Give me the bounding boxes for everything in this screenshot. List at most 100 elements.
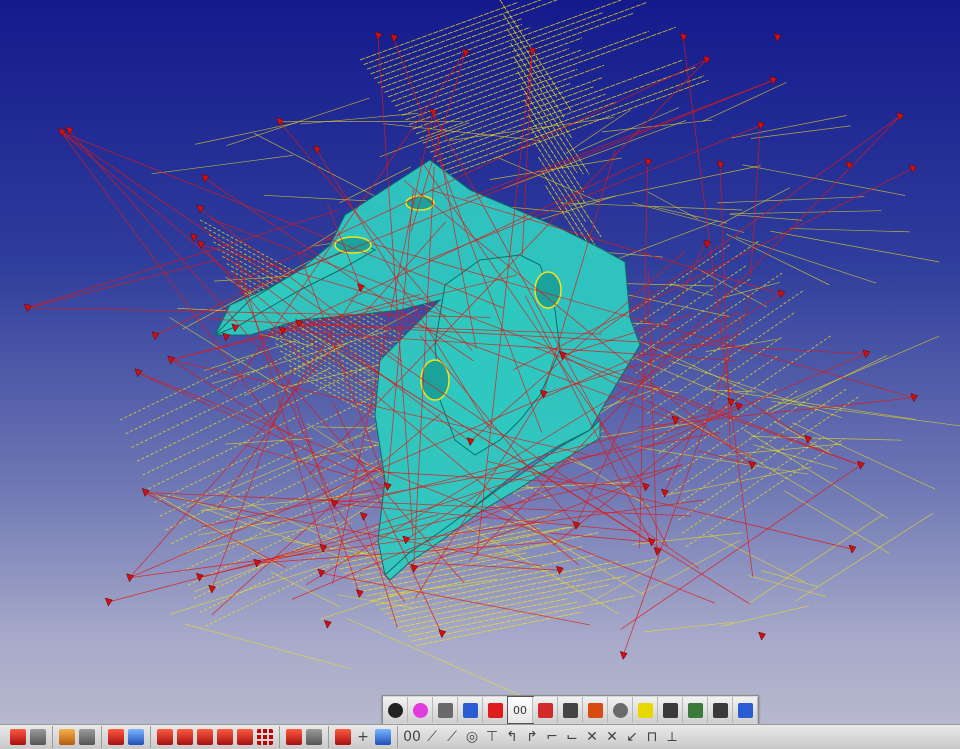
yellow-toolpath-segment — [681, 436, 824, 534]
tool-marker-icon — [848, 544, 857, 554]
tool-marker-icon — [756, 121, 765, 131]
wand-button[interactable] — [733, 697, 758, 723]
cross-tool-icon[interactable]: ✕ — [583, 726, 601, 748]
toolpath-small-icon[interactable]: 00 — [403, 726, 421, 748]
globe-small-icon[interactable] — [375, 729, 391, 745]
point-tool-icon — [537, 702, 553, 718]
yellow-toolpath-segment — [125, 340, 318, 435]
stock-icon[interactable] — [79, 729, 95, 745]
yellow-toolpath-segment — [721, 605, 810, 627]
yellow-toolpath-segment — [709, 533, 805, 583]
color-sphere-button[interactable] — [408, 697, 433, 723]
yellow-toolpath-segment — [602, 119, 713, 133]
sketch-pencil-button[interactable] — [433, 697, 458, 723]
yellow-toolpath-segment — [784, 490, 890, 554]
corner-tool-2-icon[interactable]: ⌙ — [563, 726, 581, 748]
yellow-toolpath-segment — [119, 350, 263, 421]
tool-marker-icon — [151, 331, 160, 341]
cube-red-2-icon[interactable] — [177, 729, 193, 745]
yellow-toolpath-segment — [729, 214, 803, 221]
tee-tool-icon[interactable]: ⊤ — [483, 726, 501, 748]
tool-marker-icon — [359, 511, 368, 521]
yellow-toolpath-segment — [791, 422, 936, 490]
tool-marker-icon — [196, 204, 205, 214]
line-tool-2-icon[interactable]: ⟋ — [443, 726, 461, 748]
tool-marker-icon — [644, 157, 653, 167]
star-pick-button[interactable] — [483, 697, 508, 723]
spike-tool-icon[interactable]: ⟂ — [663, 726, 681, 748]
block-icon[interactable] — [59, 729, 75, 745]
yellow-toolpath-segment — [560, 202, 743, 211]
point-tool-button[interactable] — [533, 697, 558, 723]
yellow-toolpath-segment — [411, 595, 636, 642]
pen-tool-button[interactable] — [583, 697, 608, 723]
ruler-button[interactable] — [708, 697, 733, 723]
yellow-toolpath-segment — [524, 99, 584, 193]
yellow-toolpath-segment — [398, 584, 611, 628]
tool-marker-icon — [410, 563, 419, 573]
toolpath-scene[interactable] — [0, 0, 960, 749]
magnify-button[interactable] — [658, 697, 683, 723]
holder-tool-icon — [562, 702, 578, 718]
tool-red-2-icon[interactable] — [237, 729, 253, 745]
yellow-toolpath-segment — [632, 446, 809, 475]
boundary-icon[interactable] — [108, 729, 124, 745]
tool-marker-icon — [679, 32, 688, 42]
red-link-move — [201, 486, 388, 528]
tool-marker-icon — [777, 289, 786, 299]
cross-tool-2-icon[interactable]: ✕ — [603, 726, 621, 748]
yellow-toolpath-segment — [717, 196, 865, 204]
toolpath-button[interactable]: 00 — [507, 696, 534, 724]
bottom-group-5 — [280, 726, 329, 748]
yellow-toolpath-segment — [725, 233, 830, 286]
circle-tool-icon[interactable]: ◎ — [463, 726, 481, 748]
yellow-toolpath-segment — [316, 426, 379, 429]
yellow-toolpath-segment — [632, 202, 745, 233]
yellow-toolpath-segment — [750, 125, 851, 139]
line-tool-icon[interactable]: ⟋ — [423, 726, 441, 748]
holder-tool-button[interactable] — [558, 697, 583, 723]
import-icon[interactable] — [30, 729, 46, 745]
bulb-button[interactable] — [633, 697, 658, 723]
model-icon[interactable] — [286, 729, 302, 745]
globe-button[interactable] — [608, 697, 633, 723]
tool-marker-icon — [896, 112, 905, 122]
3d-viewport[interactable] — [0, 0, 960, 749]
hook-tool-icon[interactable]: ↰ — [503, 726, 521, 748]
red-link-move — [682, 37, 754, 577]
yellow-toolpath-segment — [447, 79, 709, 176]
yellow-toolpath-segment — [761, 570, 818, 587]
yellow-toolpath-segment — [728, 391, 916, 420]
cube-red-3-icon[interactable] — [197, 729, 213, 745]
tool-marker-icon — [134, 368, 143, 378]
yellow-toolpath-segment — [433, 93, 606, 158]
yellow-toolpath-segment — [185, 623, 351, 669]
corner-tool-icon[interactable]: ⌐ — [543, 726, 561, 748]
tool-marker-icon — [141, 488, 150, 498]
open-file-icon[interactable] — [10, 729, 26, 745]
yellow-toolpath-segment — [499, 0, 572, 112]
yellow-toolpath-segment — [225, 438, 313, 445]
workplane-icon[interactable] — [335, 729, 351, 745]
arrow-tool-icon[interactable]: ↙ — [623, 726, 641, 748]
cube-red-icon[interactable] — [157, 729, 173, 745]
pattern-icon[interactable] — [128, 729, 144, 745]
bulb-icon — [637, 702, 653, 718]
model-2-icon[interactable] — [306, 729, 322, 745]
bracket-tool-icon[interactable]: ⊓ — [643, 726, 661, 748]
bottom-group-6: + — [329, 726, 398, 748]
tool-marker-icon — [390, 33, 399, 43]
yellow-toolpath-segment — [148, 416, 299, 490]
grid-icon[interactable] — [257, 729, 273, 745]
yellow-toolpath-segment — [795, 512, 934, 602]
yellow-toolpath-segment — [768, 355, 888, 414]
edit-tool-button[interactable] — [458, 697, 483, 723]
tool-red-icon[interactable] — [217, 729, 233, 745]
shaded-sphere-button[interactable] — [383, 697, 408, 723]
tool-marker-icon — [167, 355, 176, 365]
yellow-toolpath-segment — [486, 499, 646, 596]
hook-tool-2-icon[interactable]: ↱ — [523, 726, 541, 748]
view-toolbar: 00 — [382, 695, 759, 725]
plus-icon[interactable]: + — [354, 726, 372, 748]
layers-button[interactable] — [683, 697, 708, 723]
